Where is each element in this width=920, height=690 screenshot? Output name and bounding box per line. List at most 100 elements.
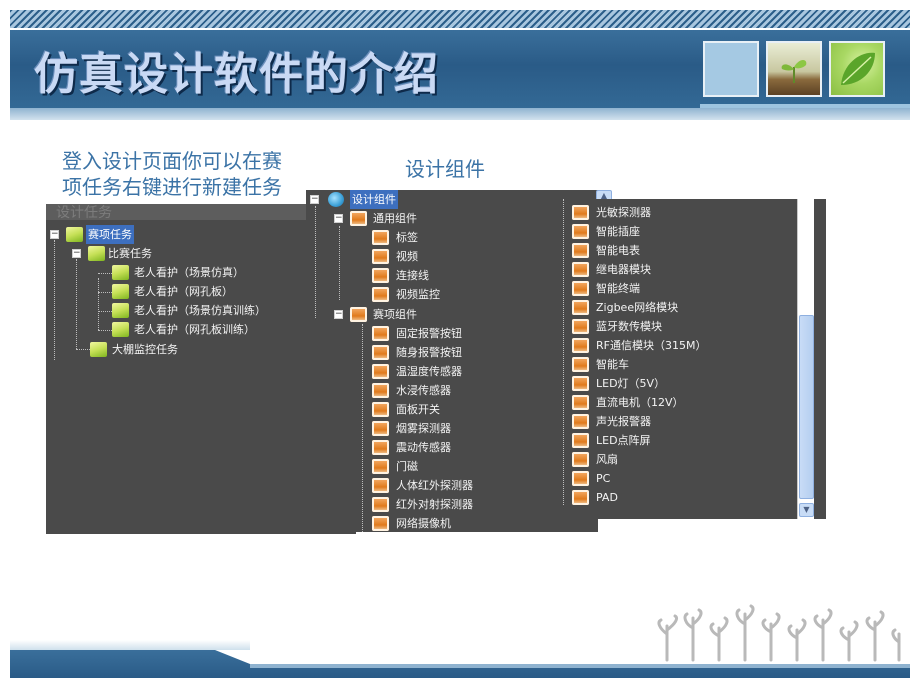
component-icon [572,281,589,296]
component-icon [350,307,367,322]
component-label[interactable]: 继电器模块 [596,260,651,279]
tree-line [563,199,564,505]
component-label[interactable]: 标签 [396,228,418,247]
folder-icon [66,227,83,242]
component-label[interactable]: 视频监控 [396,285,440,304]
minus-box-icon[interactable]: − [72,249,81,258]
component-label[interactable]: 风扇 [596,450,618,469]
scrollbar-thumb[interactable] [799,315,814,499]
minus-box-icon[interactable]: − [334,310,343,319]
tree-label-root[interactable]: 赛项任务 [86,225,134,244]
globe-icon [328,192,344,207]
component-icon [372,402,389,417]
component-label-group[interactable]: 赛项组件 [373,305,417,324]
component-label[interactable]: 蓝牙数传模块 [596,317,662,336]
component-icon [572,319,589,334]
component-label[interactable]: 人体红外探测器 [396,476,473,495]
tree-label-task[interactable]: 老人看护（场景仿真） [134,263,244,282]
component-icon [372,478,389,493]
component-icon [572,338,589,353]
component-label[interactable]: 水浸传感器 [396,381,451,400]
component-icon [372,326,389,341]
tree-label-group[interactable]: 比赛任务 [108,244,152,263]
component-label[interactable]: 随身报警按钮 [396,343,462,362]
tree-line [76,259,77,349]
component-label[interactable]: RF通信模块（315M） [596,336,706,355]
component-label[interactable]: 固定报警按钮 [396,324,462,343]
component-icon [572,471,589,486]
component-label[interactable]: Zigbee网络模块 [596,298,678,317]
component-icon [372,230,389,245]
component-list-panel: 光敏探测器 智能插座 智能电表 继电器模块 智能终端 Zigbee网络模块 蓝牙… [560,199,826,519]
plant-silhouette-decoration [657,604,901,662]
folder-icon [90,342,107,357]
component-label[interactable]: 震动传感器 [396,438,451,457]
thumbnail-sprout-image [766,41,822,97]
component-label[interactable]: 连接线 [396,266,429,285]
component-icon [372,268,389,283]
caption-instructions: 登入设计页面你可以在赛 项任务右键进行新建任务 [62,148,282,200]
component-icon [372,383,389,398]
component-icon [372,459,389,474]
tree-label-task[interactable]: 老人看护（网孔板训练） [134,320,255,339]
component-label[interactable]: 光敏探测器 [596,203,651,222]
footer-fade [10,640,250,650]
component-label[interactable]: 红外对射探测器 [396,495,473,514]
component-label[interactable]: 门磁 [396,457,418,476]
component-icon [572,357,589,372]
component-label[interactable]: 烟雾探测器 [396,419,451,438]
component-label[interactable]: 智能车 [596,355,629,374]
tree-line [98,278,99,330]
component-icon [372,516,389,531]
task-tree-header: 设计任务 [46,204,309,221]
tree-label-other[interactable]: 大棚监控任务 [112,340,178,359]
scroll-down-arrow-icon[interactable]: ▼ [799,503,814,517]
header-bottom-band [10,108,910,120]
caption-components: 设计组件 [405,157,485,181]
sprout-icon [781,60,807,83]
tree-line [54,240,55,360]
task-tree-header-label: 设计任务 [56,205,112,221]
minus-box-icon[interactable]: − [50,230,59,239]
caption-line-2: 项任务右键进行新建任务 [62,175,282,199]
component-label-group[interactable]: 通用组件 [373,209,417,228]
tree-label-task[interactable]: 老人看护（网孔板） [134,282,233,301]
component-label[interactable]: 温湿度传感器 [396,362,462,381]
vertical-scrollbar[interactable]: ▼ [797,199,814,519]
component-icon [572,414,589,429]
tree-label-task[interactable]: 老人看护（场景仿真训练） [134,301,266,320]
component-icon [572,376,589,391]
component-label[interactable]: 智能电表 [596,241,640,260]
component-label[interactable]: PC [596,469,610,488]
component-label-root[interactable]: 设计组件 [350,190,398,209]
minus-box-icon[interactable]: − [334,214,343,223]
slide-title: 仿真设计软件的介绍 [34,49,439,100]
tree-line [315,206,316,318]
component-icon [572,300,589,315]
component-icon [572,243,589,258]
component-label[interactable]: 直流电机（12V） [596,393,684,412]
footer-slant [215,650,250,664]
component-label[interactable]: 面板开关 [396,400,440,419]
component-label[interactable]: LED灯（5V） [596,374,665,393]
component-label[interactable]: 智能插座 [596,222,640,241]
component-label[interactable]: 视频 [396,247,418,266]
folder-icon [112,284,129,299]
component-label[interactable]: 声光报警器 [596,412,651,431]
component-icon [372,421,389,436]
component-icon [350,211,367,226]
component-icon [372,287,389,302]
minus-box-icon[interactable]: − [310,195,319,204]
footer-thin-stripe [250,664,910,668]
component-label[interactable]: PAD [596,488,618,507]
component-label[interactable]: 网络摄像机 [396,514,451,532]
caption-line-1: 登入设计页面你可以在赛 [62,149,282,173]
component-icon [572,205,589,220]
tree-line [339,226,340,300]
thumbnail-leaf-image [829,41,885,97]
component-label[interactable]: LED点阵屏 [596,431,651,450]
leaf-icon [841,52,875,85]
component-label[interactable]: 智能终端 [596,279,640,298]
component-icon [572,452,589,467]
component-icon [372,497,389,512]
